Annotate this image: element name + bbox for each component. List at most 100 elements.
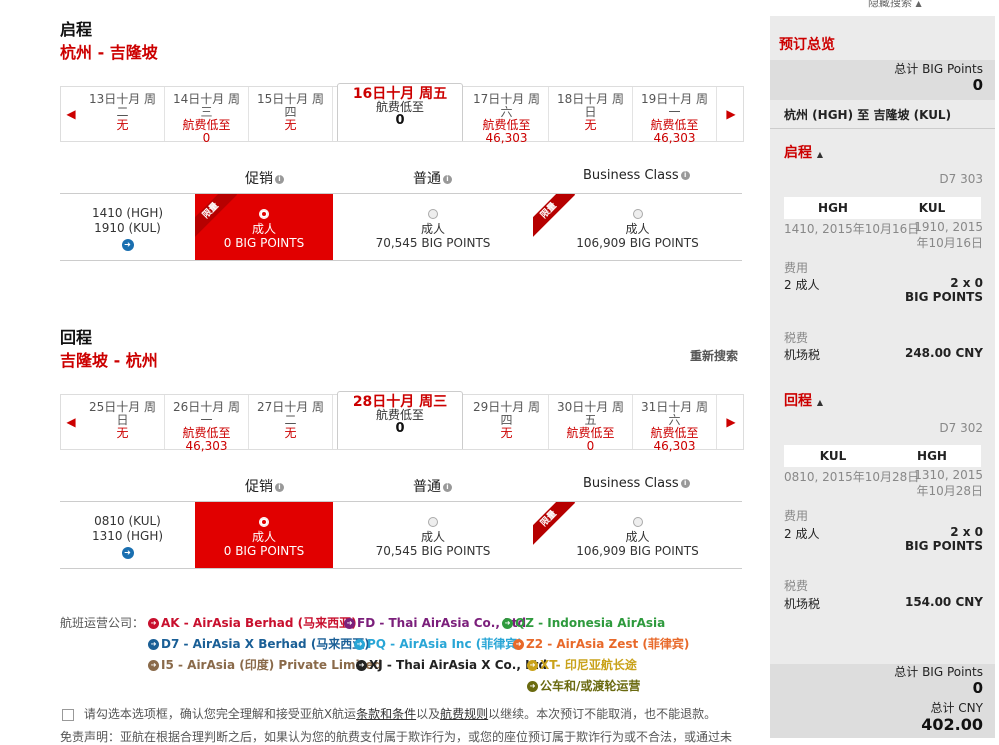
arrive-time: 1910, 2015 (914, 220, 983, 234)
outbound-flight-number: D7 303 (939, 172, 983, 186)
fare-points: 0 BIG POINTS (223, 544, 305, 558)
return-route: 吉隆坡 - 杭州 (60, 351, 158, 370)
col-regular-header: 普通 i (413, 476, 452, 496)
caret-up-icon: ▲ (816, 150, 824, 159)
info-icon[interactable]: i (443, 482, 452, 492)
return-date-1[interactable]: 26日十月 周一航费低至 46,303 (165, 395, 249, 453)
outbound-arrive: 1910, 2015 年10月16日 (914, 220, 983, 251)
fare-radio[interactable] (259, 517, 269, 527)
outbound-fare-row: 1410 (HGH) 1910 (KUL) ➜ 成人 0 BIG POINTS … (60, 193, 742, 261)
fare-regular[interactable]: 成人 70,545 BIG POINTS (333, 502, 533, 568)
terms-conditions-link[interactable]: 条款和条件 (356, 707, 416, 721)
tax-name: 机场税 (784, 597, 821, 611)
date-price: 0 (202, 131, 211, 145)
summary-return-toggle[interactable]: 回程 ▲ (784, 390, 823, 410)
carrier-pq: ➜ PQ - AirAsia Inc (菲律宾) (354, 634, 523, 654)
return-date-bar: ◀ 25日十月 周日无 26日十月 周一航费低至 46,303 27日十月 周二无… (60, 391, 744, 453)
arrow-circle-icon: ➜ (148, 660, 159, 671)
flight-details-arrow-icon[interactable]: ➜ (121, 547, 134, 559)
return-date-selected[interactable]: 28日十月 周三 航费低至 0 (337, 391, 463, 449)
arrive-date: 年10月28日 (916, 484, 983, 498)
date-price: 46,303 (485, 131, 528, 145)
return-date-6[interactable]: 31日十月 周六航费低至 46,303 (633, 395, 717, 453)
outbound-depart: 1410, 2015年10月16日 (784, 222, 920, 236)
pax-count: 2 成人 (784, 527, 820, 541)
fare-points: 106,909 BIG POINTS (576, 544, 699, 558)
carrier-xj: ➜ XJ - Thai AirAsia X Co., Ltd (356, 655, 547, 675)
return-depart: 0810, 2015年10月28日 (784, 470, 920, 484)
destination-code: HGH (917, 449, 947, 463)
tax-amount: 154.00 CNY (904, 595, 983, 609)
arrow-circle-icon: ➜ (354, 639, 365, 650)
next-date-arrow-icon[interactable]: ▶ (721, 395, 741, 449)
ribbon-label: 限量 (533, 194, 576, 238)
terms-row: 请勾选本选项框，确认您完全理解和接受亚航X航运条款和条件以及航费规则以继续。本次… (62, 705, 716, 722)
col-business-label: Business Class (583, 476, 679, 491)
info-icon[interactable]: i (275, 482, 284, 492)
next-date-arrow-icon[interactable]: ▶ (721, 87, 741, 141)
date-price-label: 无 (584, 118, 597, 132)
return-airport-bar: KUL HGH (784, 445, 981, 467)
fee-unit: BIG POINTS (905, 290, 983, 304)
flight-times: 0810 (KUL) 1310 (HGH) ➜ (60, 514, 195, 559)
date-price-label: 无 (116, 118, 129, 132)
terms-checkbox[interactable] (62, 708, 74, 721)
outbound-date-selected[interactable]: 16日十月 周五 航费低至 0 (337, 83, 463, 141)
outbound-date-4[interactable]: 17日十月 周六航费低至 46,303 (465, 87, 549, 145)
fare-rules-link[interactable]: 航费规则 (440, 707, 488, 721)
outbound-airport-bar: HGH KUL (784, 197, 981, 219)
fare-radio[interactable] (632, 209, 643, 219)
fare-radio[interactable] (428, 517, 438, 527)
outbound-date-0[interactable]: 13日十月 周二无 (81, 87, 165, 141)
outbound-date-5[interactable]: 18日十月 周日无 (549, 87, 633, 141)
fare-radio[interactable] (428, 209, 438, 219)
origin-code: HGH (818, 201, 848, 215)
fee-amount: 2 x 0 BIG POINTS (905, 525, 983, 553)
fare-regular[interactable]: 成人 70,545 BIG POINTS (333, 194, 533, 260)
limited-ribbon: 限量 (195, 194, 241, 240)
info-icon[interactable]: i (443, 174, 452, 184)
outbound-date-6[interactable]: 19日十月 周一航费低至 46,303 (633, 87, 717, 145)
tax-label: 税费 (784, 579, 809, 593)
summary-outbound-toggle[interactable]: 启程 ▲ (784, 142, 823, 162)
info-icon[interactable]: i (680, 171, 690, 180)
tax-amount: 248.00 CNY (904, 346, 983, 360)
outbound-route: 杭州 - 吉隆坡 (60, 43, 158, 62)
outbound-date-2[interactable]: 15日十月 周四无 (249, 87, 333, 141)
fare-radio[interactable] (259, 209, 269, 219)
return-date-4[interactable]: 29日十月 周四无 (465, 395, 549, 449)
return-date-5[interactable]: 30日十月 周五航费低至 0 (549, 395, 633, 453)
carrier-xt: ➜ XT- 印尼亚航长途 (527, 655, 637, 675)
summary-title: 预订总览 (779, 37, 835, 53)
limited-ribbon: 限量 (533, 194, 579, 240)
carriers-label: 航班运营公司： (60, 616, 145, 630)
fee-amount: 2 x 0 BIG POINTS (905, 276, 983, 304)
return-date-0[interactable]: 25日十月 周日无 (81, 395, 165, 449)
col-regular-label: 普通 (413, 171, 441, 187)
carrier-text: XT- 印尼亚航长途 (540, 658, 637, 672)
total-points-label: 总计 BIG Points (894, 665, 983, 679)
hide-search-link[interactable]: 隐藏搜索 ▲ (868, 0, 922, 10)
carrier-text: QZ - Indonesia AirAsia (515, 616, 666, 630)
outbound-date-1[interactable]: 14日十月 周三航费低至 0 (165, 87, 249, 145)
info-icon[interactable]: i (680, 479, 690, 488)
research-link[interactable]: 重新搜索 (690, 347, 738, 364)
prev-date-arrow-icon[interactable]: ◀ (61, 87, 81, 141)
carrier-d7: ➜ D7 - AirAsia X Berhad (马来西亚) (148, 634, 370, 654)
departure-time: 1410 (HGH) (91, 206, 164, 220)
prev-date-arrow-icon[interactable]: ◀ (61, 395, 81, 449)
tax-label: 税费 (784, 331, 809, 345)
carrier-fd: ➜ FD - Thai AirAsia Co., Ltd (344, 613, 526, 633)
col-regular-header: 普通 i (413, 168, 452, 188)
carrier-qz: ➜ QZ - Indonesia AirAsia (502, 613, 665, 633)
fare-radio[interactable] (632, 517, 643, 527)
flight-details-arrow-icon[interactable]: ➜ (121, 239, 134, 251)
info-icon[interactable]: i (275, 174, 284, 184)
return-flight-number: D7 302 (939, 421, 983, 435)
col-business-header: Business Class i (583, 168, 690, 183)
terms-text: 请勾选本选项框，确认您完全理解和接受亚航X航运 (83, 707, 357, 721)
arrow-circle-icon: ➜ (527, 681, 538, 692)
fare-promo-selected[interactable]: 成人 0 BIG POINTS (195, 502, 333, 568)
return-date-2[interactable]: 27日十月 周二无 (249, 395, 333, 449)
return-fare-row: 0810 (KUL) 1310 (HGH) ➜ 成人 0 BIG POINTS … (60, 501, 742, 569)
